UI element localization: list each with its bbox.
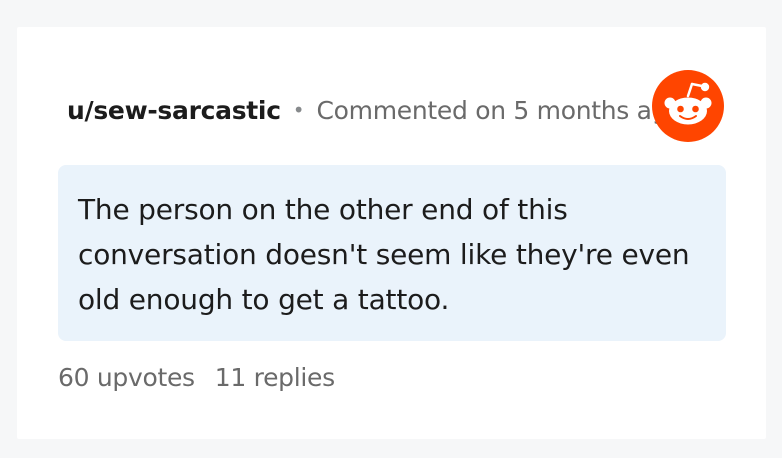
reddit-snoo-icon	[652, 70, 724, 142]
comment-timestamp: Commented on 5 months ago	[316, 95, 683, 125]
upvote-count[interactable]: 60 upvotes	[58, 363, 195, 392]
comment-card: u/sew-sarcastic • Commented on 5 months …	[17, 27, 766, 439]
username[interactable]: u/sew-sarcastic	[67, 96, 281, 125]
separator-dot: •	[292, 98, 305, 122]
reddit-snoo-graphic	[664, 82, 712, 125]
comment-body-bubble: The person on the other end of this conv…	[58, 165, 726, 341]
comment-footer: 60 upvotes 11 replies	[58, 363, 335, 392]
comment-body-text: The person on the other end of this conv…	[78, 193, 690, 316]
comment-header: u/sew-sarcastic • Commented on 5 months …	[67, 91, 727, 129]
reply-count[interactable]: 11 replies	[215, 363, 335, 392]
